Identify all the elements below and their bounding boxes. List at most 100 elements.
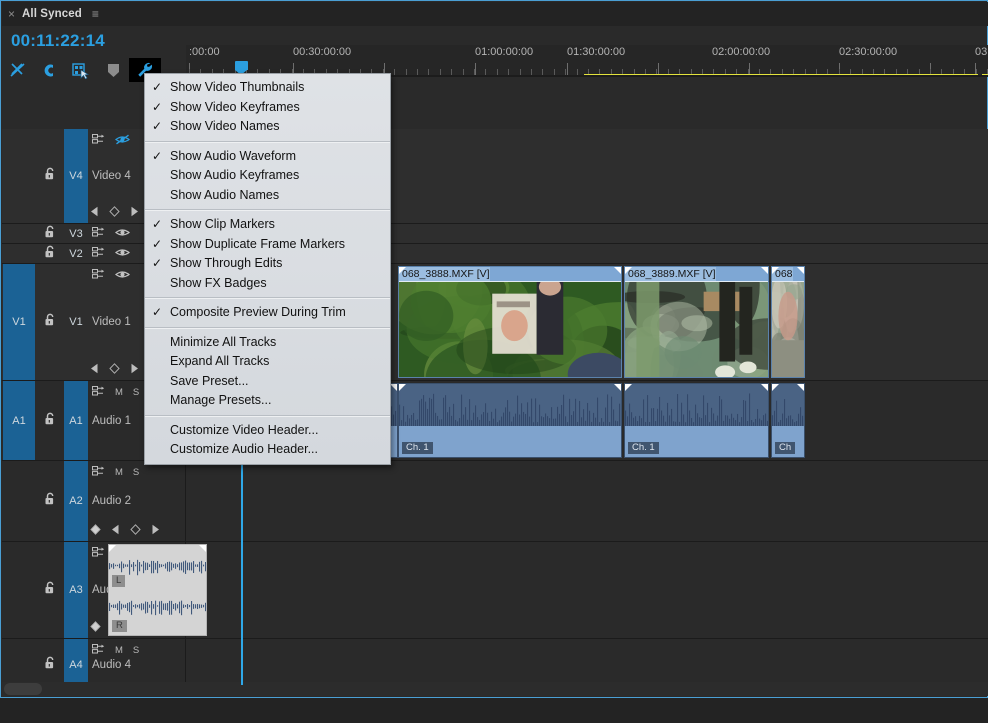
track-lock-toggle-v2[interactable] <box>36 244 64 263</box>
timeline-display-settings-menu[interactable]: ✓ Show Video Thumbnails ✓ Show Video Keyfra… <box>144 73 391 465</box>
menu-item[interactable]: Expand All Tracks <box>145 352 390 372</box>
previous-keyframe-button[interactable] <box>90 206 99 220</box>
unlock-icon[interactable] <box>45 581 56 599</box>
track-lock-toggle-a3[interactable] <box>36 542 64 638</box>
mute-track-button[interactable]: M <box>115 468 123 478</box>
next-keyframe-button[interactable] <box>130 363 139 377</box>
sync-lock-icon[interactable] <box>92 464 105 482</box>
menu-item[interactable]: ✓ Show Video Keyframes <box>145 98 390 118</box>
sync-lock-icon[interactable] <box>92 384 105 402</box>
video-clip[interactable]: 068_3888.MXF [V] <box>398 266 622 378</box>
track-target-toggle-v1[interactable]: V1 <box>64 264 88 380</box>
track-lock-toggle-v4[interactable] <box>36 129 64 223</box>
track-lock-toggle-a2[interactable] <box>36 461 64 541</box>
solo-track-button[interactable]: S <box>133 388 139 398</box>
menu-item[interactable]: Manage Presets... <box>145 391 390 411</box>
mute-track-button[interactable]: M <box>115 646 123 656</box>
solo-track-button[interactable]: S <box>133 468 139 478</box>
menu-item[interactable]: Show FX Badges <box>145 274 390 294</box>
playhead-timecode[interactable]: 00:11:22:14 <box>11 31 105 51</box>
keyframe-opacity-icon[interactable] <box>90 621 101 635</box>
track-target-toggle-v4[interactable]: V4 <box>64 129 88 223</box>
menu-item[interactable]: Minimize All Tracks <box>145 333 390 353</box>
sync-lock-icon[interactable] <box>92 267 105 285</box>
eye-icon[interactable] <box>115 245 130 263</box>
track-target-toggle-v2[interactable]: V2 <box>64 244 88 263</box>
menu-item[interactable]: ✓ Composite Preview During Trim <box>145 303 390 323</box>
track-content-a4[interactable] <box>187 639 988 685</box>
track-header-a4[interactable]: A4 Audio 4 MS <box>2 639 186 685</box>
menu-item[interactable]: Save Preset... <box>145 372 390 392</box>
source-patch-v4[interactable] <box>3 129 35 223</box>
track-content-a3[interactable]: LR <box>108 542 988 638</box>
add-remove-keyframe-button[interactable] <box>109 363 120 377</box>
track-target-toggle-a4[interactable]: A4 <box>64 639 88 685</box>
track-content-a2[interactable] <box>187 461 988 541</box>
next-keyframe-button[interactable] <box>130 206 139 220</box>
track-target-toggle-v3[interactable]: V3 <box>64 224 88 243</box>
track-target-toggle-a3[interactable]: A3 <box>64 542 88 638</box>
video-clip[interactable]: 068_3889.MXF [V] <box>624 266 769 378</box>
sync-lock-icon[interactable] <box>92 225 105 243</box>
sync-lock-icon[interactable] <box>92 642 105 660</box>
track-target-toggle-a1[interactable]: A1 <box>64 381 88 460</box>
menu-item[interactable]: ✓ Show Audio Waveform <box>145 147 390 167</box>
source-patch-v2[interactable] <box>3 244 35 263</box>
source-patch-v1[interactable]: V1 <box>3 264 35 380</box>
source-patch-a2[interactable] <box>3 461 35 541</box>
menu-item[interactable]: Customize Audio Header... <box>145 440 390 460</box>
sync-lock-icon[interactable] <box>92 132 105 150</box>
source-patch-v3[interactable] <box>3 224 35 243</box>
solo-track-button[interactable]: S <box>133 646 139 656</box>
unlock-icon[interactable] <box>45 492 56 510</box>
video-clip[interactable]: 068 <box>771 266 805 378</box>
sync-lock-icon[interactable] <box>92 245 105 263</box>
eye-icon[interactable] <box>115 225 130 243</box>
menu-item[interactable]: ✓ Show Clip Markers <box>145 215 390 235</box>
eye-icon[interactable] <box>115 267 130 285</box>
menu-item[interactable]: ✓ Show Video Names <box>145 117 390 137</box>
track-row-a4[interactable]: A4 Audio 4 MS <box>2 639 988 685</box>
unlock-icon[interactable] <box>45 412 56 430</box>
source-patch-a1[interactable]: A1 <box>3 381 35 460</box>
track-row-a2[interactable]: A2 Audio 2 MS <box>2 461 988 542</box>
track-lock-toggle-v1[interactable] <box>36 264 64 380</box>
previous-keyframe-button[interactable] <box>111 524 120 538</box>
audio-clip[interactable]: LR <box>108 544 207 636</box>
source-patch-a3[interactable] <box>3 542 35 638</box>
track-header-a2[interactable]: A2 Audio 2 MS <box>2 461 186 541</box>
unlock-icon[interactable] <box>45 313 56 331</box>
audio-clip[interactable]: Ch <box>771 383 805 458</box>
unlock-icon[interactable] <box>45 656 56 674</box>
menu-item[interactable]: ✓ Show Video Thumbnails <box>145 78 390 98</box>
track-target-toggle-a2[interactable]: A2 <box>64 461 88 541</box>
unlock-icon[interactable] <box>45 167 56 185</box>
track-lock-toggle-v3[interactable] <box>36 224 64 243</box>
keyframe-opacity-icon[interactable] <box>90 524 101 538</box>
source-patch-a4[interactable] <box>3 639 35 685</box>
horizontal-scrollbar[interactable] <box>2 682 988 696</box>
track-lock-toggle-a4[interactable] <box>36 639 64 685</box>
menu-item[interactable]: ✓ Show Through Edits <box>145 254 390 274</box>
track-row-a3[interactable]: A3Audio 3 MS LR <box>2 542 988 639</box>
audio-clip[interactable]: Ch. 1 <box>398 383 622 458</box>
close-icon[interactable]: × <box>8 8 15 20</box>
sync-lock-icon[interactable] <box>92 545 105 563</box>
next-keyframe-button[interactable] <box>151 524 160 538</box>
track-lock-toggle-a1[interactable] <box>36 381 64 460</box>
horizontal-scrollbar-thumb[interactable] <box>4 683 42 695</box>
add-remove-keyframe-button[interactable] <box>130 524 141 538</box>
previous-keyframe-button[interactable] <box>90 363 99 377</box>
panel-menu-icon[interactable]: ≡ <box>92 8 99 20</box>
mute-track-button[interactable]: M <box>115 388 123 398</box>
audio-clip[interactable]: Ch. 1 <box>624 383 769 458</box>
menu-item[interactable]: ✓ Show Duplicate Frame Markers <box>145 235 390 255</box>
add-remove-keyframe-button[interactable] <box>109 206 120 220</box>
tab-all-synced[interactable]: × All Synced ≡ <box>2 2 107 26</box>
menu-item[interactable]: Customize Video Header... <box>145 421 390 441</box>
menu-item[interactable]: Show Audio Names <box>145 186 390 206</box>
unlock-icon[interactable] <box>45 245 56 263</box>
menu-item[interactable]: Show Audio Keyframes <box>145 166 390 186</box>
eye-hidden-icon[interactable] <box>115 132 130 150</box>
unlock-icon[interactable] <box>45 225 56 243</box>
